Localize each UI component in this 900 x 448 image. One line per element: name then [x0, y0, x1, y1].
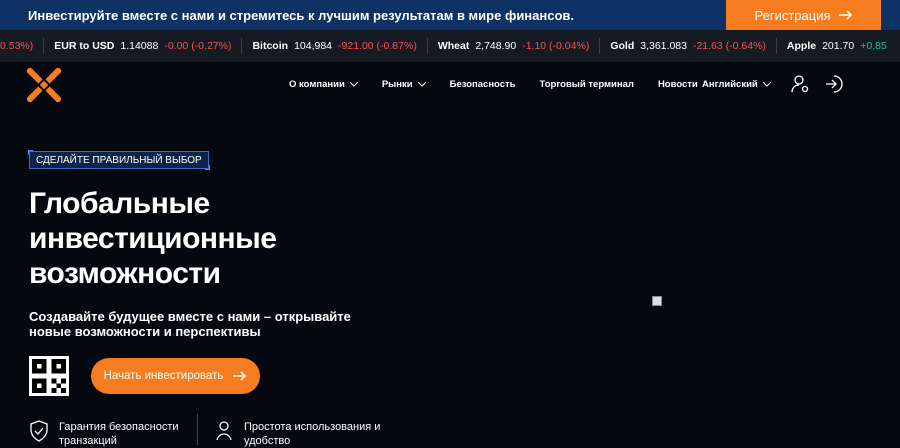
ticker-change: -1.10 (-0.04%)	[522, 40, 590, 52]
qr-code[interactable]	[29, 356, 69, 396]
chevron-down-icon	[762, 82, 771, 87]
nav-item-label: О компании	[289, 79, 345, 90]
broken-image-icon	[652, 296, 662, 306]
ticker-item[interactable]: Wheat 2,748.90 -1.10 (-0.04%)	[428, 38, 601, 54]
ticker-price: 104,984	[294, 40, 333, 52]
chevron-down-icon	[349, 82, 358, 87]
promo-text: Инвестируйте вместе с нами и стремитесь …	[28, 7, 575, 23]
ticker-name: EUR to USD	[54, 40, 115, 52]
main-nav: О компании Рынки Безопасность Торговый т…	[0, 62, 900, 108]
ticker-change: 0.53%)	[0, 40, 34, 52]
nav-item-label: Рынки	[381, 79, 413, 90]
user-settings-icon[interactable]	[790, 74, 810, 94]
brand-logo[interactable]	[27, 68, 61, 102]
user-hand-icon	[216, 421, 232, 441]
shield-check-icon	[30, 420, 48, 442]
ticker-name: Apple	[786, 40, 817, 52]
nav-menu: О компании Рынки Безопасность Торговый т…	[289, 79, 698, 90]
arrow-right-icon	[233, 371, 247, 381]
hero-title: Глобальные инвестиционные возможности	[29, 187, 277, 290]
ticker-name: Wheat	[437, 40, 470, 52]
ticker-price: 201.70	[822, 40, 855, 52]
feature-label: Простота использования и удобство	[244, 421, 381, 447]
cta-label: Начать инвестировать	[103, 370, 224, 382]
ticker-price: 1.14088	[120, 40, 159, 52]
ticker-item[interactable]: Apple 201.70 +0.85	[777, 38, 897, 54]
feature-label: Гарантия безопасности транзакций	[59, 421, 179, 447]
ticker-name: Bitcoin	[252, 40, 289, 52]
chevron-down-icon	[417, 82, 426, 87]
register-label: Регистрация	[754, 7, 831, 23]
nav-item-markets[interactable]: Рынки	[382, 79, 426, 90]
feature-security: Гарантия безопасности транзакций	[29, 420, 189, 448]
arrow-right-icon	[838, 10, 852, 20]
ticker-item[interactable]: Bitcoin 104,984 -921.00 (-0.87%)	[242, 38, 428, 54]
ticker-item[interactable]: Gold 3,361.083 -21.63 (-0.64%)	[600, 38, 777, 54]
ticker-price: 2,748.90	[475, 40, 517, 52]
nav-item-company[interactable]: О компании	[289, 79, 358, 90]
hero-subtitle: Создавайте будущее вместе с нами – откры…	[29, 309, 351, 339]
nav-item-terminal[interactable]: Торговый терминал	[540, 79, 634, 90]
ticker-change: +0.85	[860, 40, 887, 52]
nav-item-news[interactable]: Новости	[658, 79, 698, 90]
login-icon[interactable]	[824, 74, 844, 94]
ticker-price: 3,361.083	[640, 40, 687, 52]
ticker-change: -0.00 (-0.27%)	[164, 40, 232, 52]
language-select[interactable]: Английский	[702, 79, 771, 90]
qr-code-icon	[32, 359, 66, 393]
language-label: Английский	[702, 79, 758, 90]
ticker-name: Gold	[610, 40, 635, 52]
register-button[interactable]: Регистрация	[726, 0, 881, 30]
promo-bar: Инвестируйте вместе с нами и стремитесь …	[0, 0, 900, 30]
ticker-item[interactable]: EUR to USD 1.14088 -0.00 (-0.27%)	[44, 38, 243, 54]
market-ticker: 0.53%) EUR to USD 1.14088 -0.00 (-0.27%)…	[0, 30, 900, 62]
feature-divider	[197, 414, 198, 445]
start-investing-button[interactable]: Начать инвестировать	[91, 358, 260, 394]
nav-item-security[interactable]: Безопасность	[450, 79, 516, 90]
feature-usability: Простота использования и удобство	[214, 420, 404, 448]
ticker-item[interactable]: 0.53%)	[0, 38, 45, 54]
hero-badge: СДЕЛАЙТЕ ПРАВИЛЬНЫЙ ВЫБОР	[28, 150, 210, 170]
ticker-change: -21.63 (-0.64%)	[692, 40, 766, 52]
ticker-change: -921.00 (-0.87%)	[338, 40, 417, 52]
